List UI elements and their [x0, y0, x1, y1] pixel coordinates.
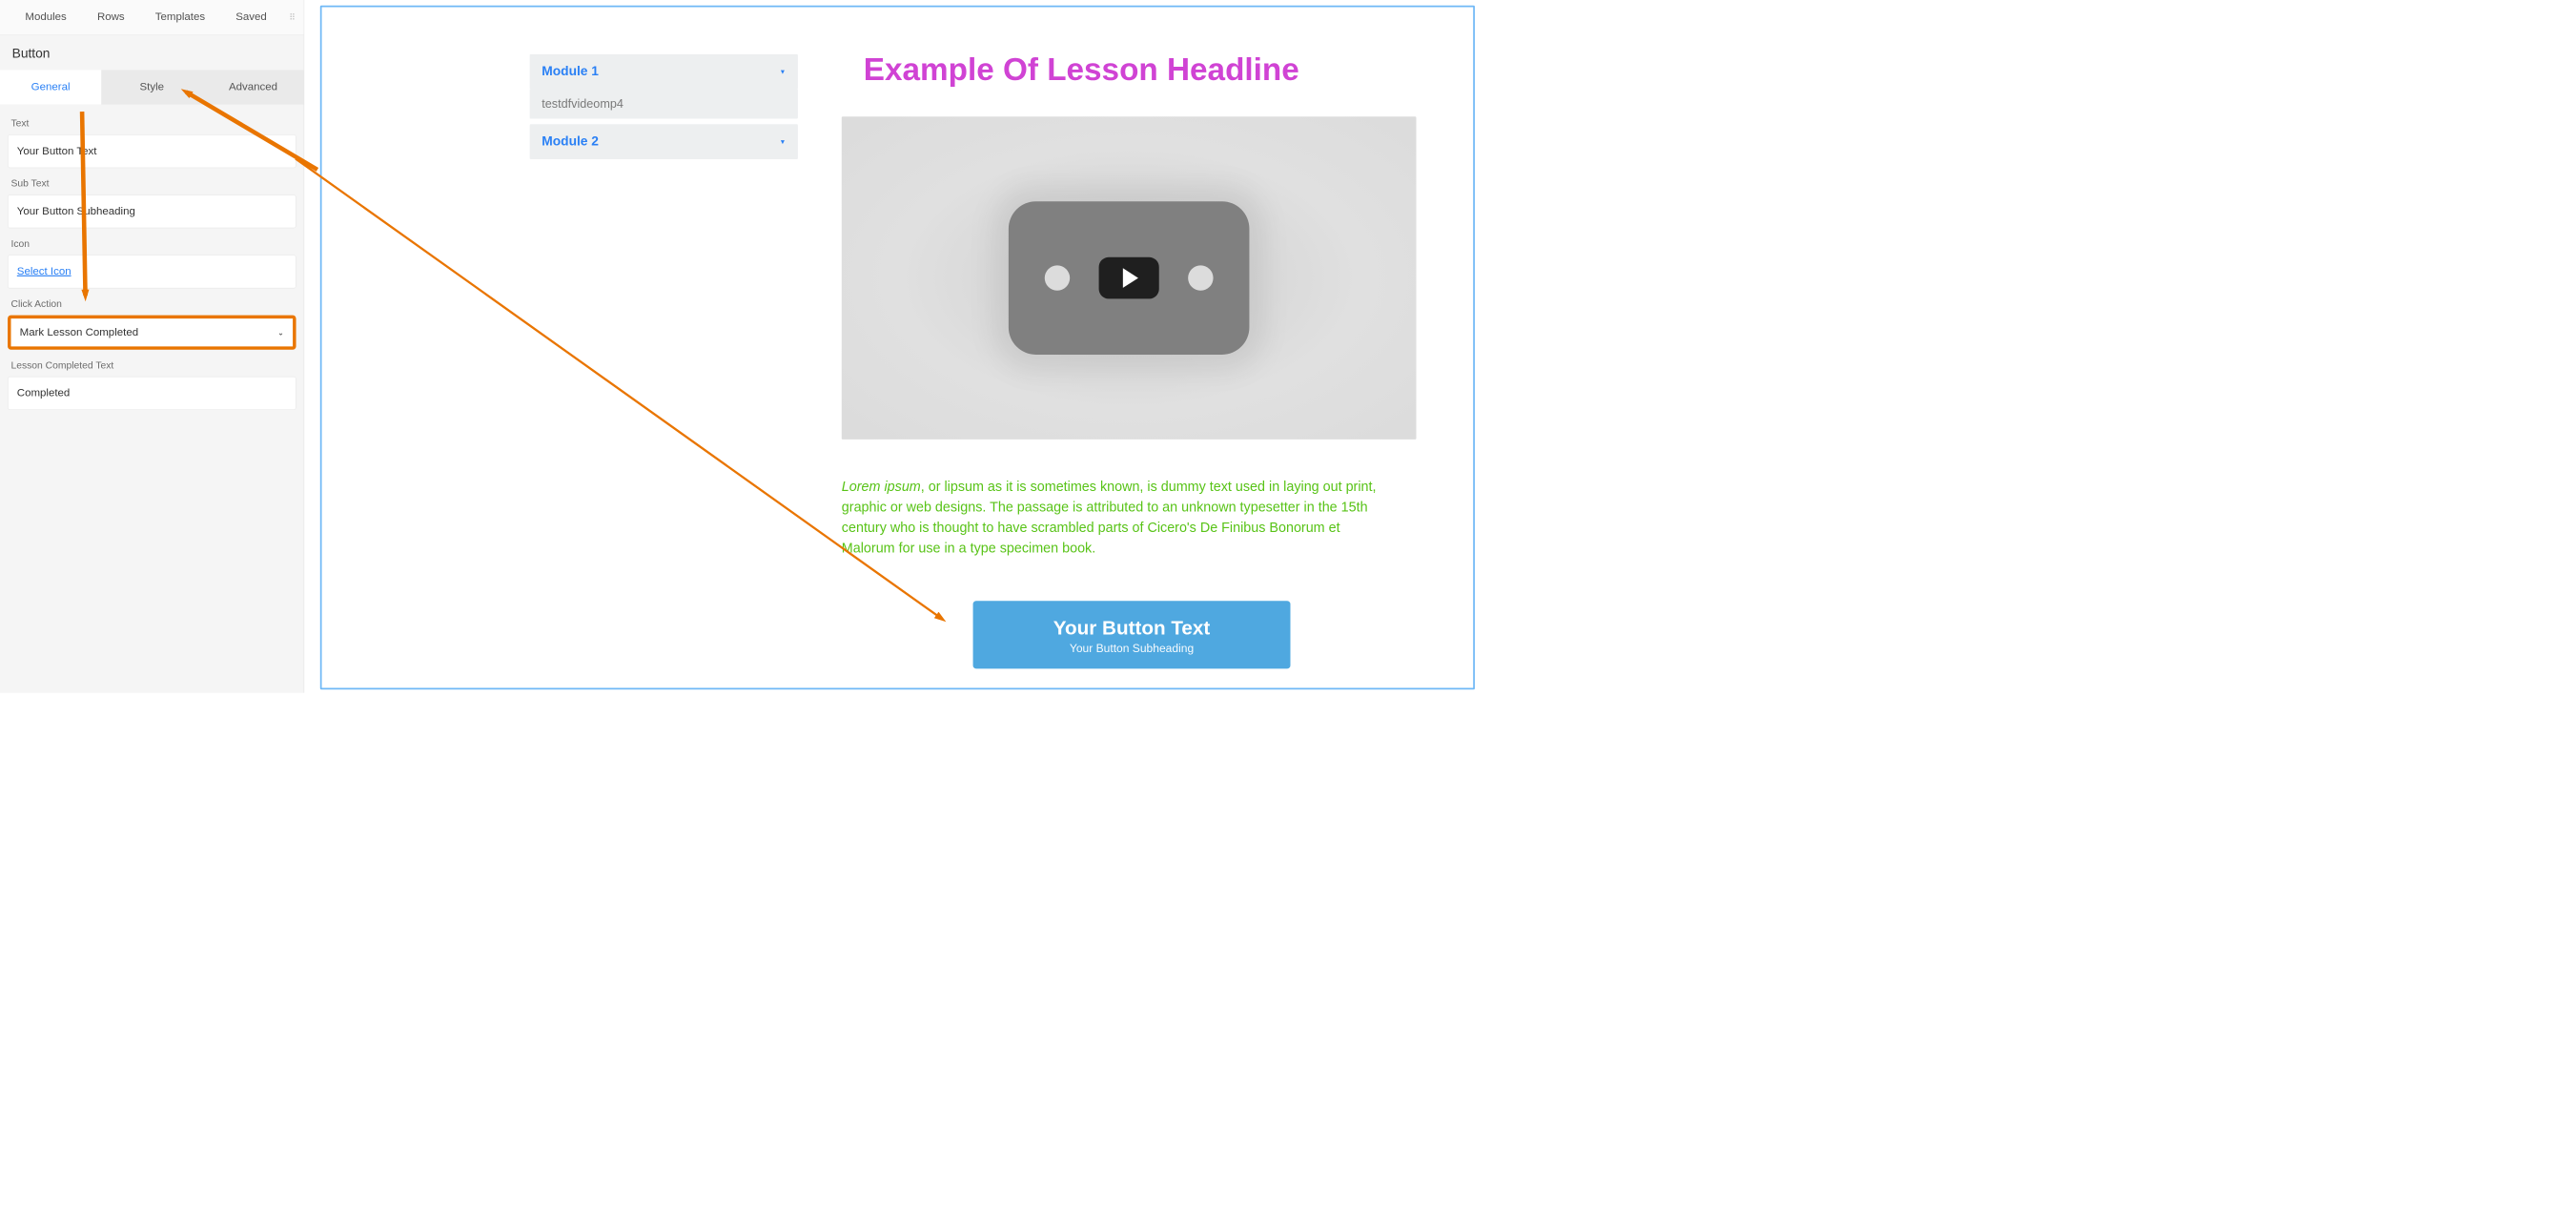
subtab-advanced[interactable]: Advanced: [202, 70, 303, 104]
label-click-action: Click Action: [10, 298, 296, 310]
panel-category-tabs: Modules Rows Templates Saved ⠿: [0, 0, 304, 35]
settings-subtabs: General Style Advanced: [0, 70, 304, 104]
module-row-2-label: Module 2: [542, 134, 599, 150]
lesson-headline: Example Of Lesson Headline: [864, 51, 1299, 87]
module-row-1[interactable]: Module 1 ▼: [530, 54, 798, 90]
input-subtext[interactable]: Your Button Subheading: [8, 194, 296, 228]
label-text: Text: [10, 117, 296, 129]
lesson-action-button[interactable]: Your Button Text Your Button Subheading: [973, 601, 1291, 668]
input-completed-text[interactable]: Completed: [8, 377, 296, 410]
lesson-description: Lorem ipsum, or lipsum as it is sometime…: [842, 477, 1395, 559]
settings-panel: testdfvideomp4 Modules Rows Templates Sa…: [0, 0, 304, 693]
select-click-action-value: Mark Lesson Completed: [20, 326, 138, 338]
select-click-action[interactable]: Mark Lesson Completed ⌄: [8, 316, 296, 350]
tab-rows[interactable]: Rows: [82, 10, 140, 23]
tab-saved[interactable]: Saved: [220, 10, 282, 23]
module-1-lesson[interactable]: testdfvideomp4: [530, 90, 798, 119]
input-text[interactable]: Your Button Text: [8, 134, 296, 168]
label-completed-text: Lesson Completed Text: [10, 359, 296, 371]
course-module-list: Module 1 ▼ testdfvideomp4 Module 2 ▼: [530, 54, 798, 165]
drag-handle-icon[interactable]: ⠿: [289, 11, 294, 22]
tab-templates[interactable]: Templates: [140, 10, 220, 23]
label-subtext: Sub Text: [10, 178, 296, 190]
page-canvas: Module 1 ▼ testdfvideomp4 Module 2 ▼ Exa…: [320, 6, 1475, 690]
subtab-style[interactable]: Style: [101, 70, 202, 104]
play-icon: [1099, 257, 1159, 299]
lesson-action-button-sub: Your Button Subheading: [973, 643, 1291, 656]
module-row-2[interactable]: Module 2 ▼: [530, 124, 798, 159]
select-icon-link[interactable]: Select Icon: [8, 255, 296, 288]
label-icon: Icon: [10, 238, 296, 250]
chevron-down-icon: ⌄: [277, 328, 284, 338]
video-placeholder[interactable]: [842, 116, 1417, 440]
caret-down-icon: ▼: [779, 138, 786, 146]
module-row-1-label: Module 1: [542, 64, 599, 79]
lesson-action-button-title: Your Button Text: [973, 616, 1291, 639]
subtab-general[interactable]: General: [0, 70, 101, 104]
general-settings-form: Text Your Button Text Sub Text Your Butt…: [0, 105, 304, 423]
module-type-title: Button: [0, 35, 304, 71]
lorem-body: , or lipsum as it is sometimes known, is…: [842, 479, 1377, 556]
caret-down-icon: ▼: [779, 68, 786, 75]
youtube-thumbnail: [1009, 201, 1250, 355]
lorem-emphasis: Lorem ipsum: [842, 479, 921, 494]
tab-modules[interactable]: Modules: [10, 10, 82, 23]
